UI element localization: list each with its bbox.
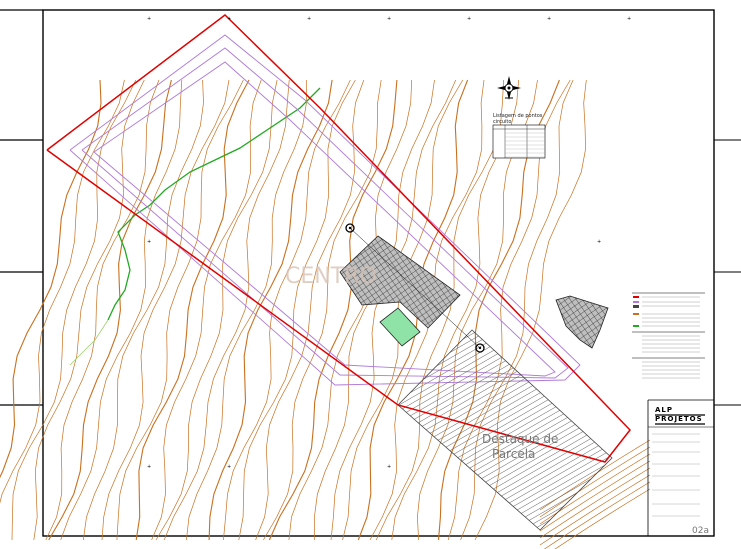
parcel-label-line1: Destaque de — [482, 432, 558, 446]
contour-line — [268, 79, 398, 541]
points-table-subtitle: circuito — [493, 119, 511, 125]
svg-text:+: + — [147, 464, 151, 470]
svg-text:+: + — [547, 16, 551, 22]
contour-line — [155, 79, 278, 541]
parcel-label-line2: Parcela — [492, 447, 535, 461]
legend-block — [632, 292, 705, 379]
building-right — [555, 295, 609, 349]
watermark-text: CENTRO — [285, 264, 377, 289]
svg-text:+: + — [147, 16, 151, 22]
firm-name-line1: ALP — [655, 406, 673, 414]
contour-line — [238, 79, 356, 541]
contour-line — [0, 79, 102, 479]
contour-line — [208, 79, 333, 541]
svg-text:+: + — [147, 239, 151, 245]
svg-text:+: + — [467, 16, 471, 22]
contour-line — [60, 79, 183, 541]
contour-line — [11, 79, 137, 541]
svg-text:+: + — [307, 16, 311, 22]
green-survey-line-lower — [69, 319, 109, 366]
svg-text:+: + — [597, 239, 601, 245]
firm-name-line2: PROJETOS — [655, 415, 703, 423]
site-plan-drawing: CENTRO Destaque de Parcela + + + + + + + + + + +… — [0, 9, 741, 549]
contour-line — [45, 79, 160, 541]
parcel-hatched-area — [397, 329, 613, 531]
title-block: ALP PROJETOS 02a — [647, 399, 714, 536]
sheet-number: 02a — [692, 526, 709, 536]
svg-text:+: + — [387, 16, 391, 22]
svg-text:+: + — [387, 464, 391, 470]
svg-text:+: + — [627, 16, 631, 22]
svg-text:+: + — [227, 16, 231, 22]
grid-crosses: + + + + + + + + + + + + — [147, 16, 631, 470]
contour-line — [223, 79, 351, 541]
svg-text:+: + — [227, 464, 231, 470]
contour-line — [186, 79, 307, 541]
points-table: Listagem de pontos circuito — [492, 113, 546, 159]
contour-line — [263, 79, 382, 541]
contour-line — [101, 79, 230, 541]
contour-line — [163, 79, 290, 541]
